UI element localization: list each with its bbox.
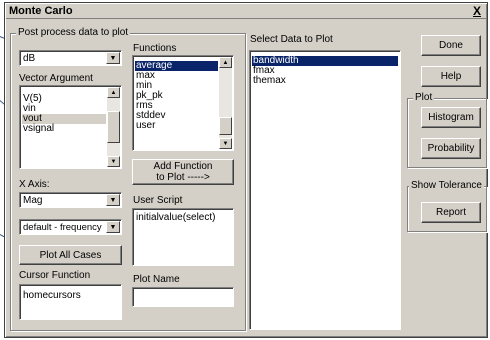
frequency-combo[interactable]: default - frequency ▼ bbox=[19, 219, 122, 235]
select-data-listbox[interactable]: bandwidth fmax themax bbox=[249, 50, 401, 330]
chevron-down-icon[interactable]: ▼ bbox=[106, 221, 120, 233]
window-title: Monte Carlo bbox=[9, 5, 73, 17]
scroll-up-icon[interactable]: ▲ bbox=[219, 57, 232, 68]
scroll-down-icon[interactable]: ▼ bbox=[219, 138, 232, 149]
frequency-combo-value: default - frequency bbox=[23, 222, 102, 233]
close-icon[interactable]: X bbox=[471, 4, 483, 19]
chevron-down-icon[interactable]: ▼ bbox=[106, 194, 120, 206]
vector-argument-label: Vector Argument bbox=[19, 73, 93, 84]
plot-name-label: Plot Name bbox=[133, 274, 180, 285]
done-button[interactable]: Done bbox=[421, 35, 481, 56]
scroll-up-icon[interactable]: ▲ bbox=[107, 87, 120, 98]
x-axis-label: X Axis: bbox=[19, 179, 50, 190]
functions-label: Functions bbox=[133, 43, 177, 54]
x-axis-combo[interactable]: Mag ▼ bbox=[19, 192, 122, 208]
plot-all-cases-button[interactable]: Plot All Cases bbox=[19, 245, 122, 265]
scroll-down-icon[interactable]: ▼ bbox=[107, 156, 120, 167]
functions-listbox[interactable]: average max min pk_pk rms stddev user ▲ ▼ bbox=[132, 55, 234, 151]
plot-name-field[interactable] bbox=[132, 287, 234, 307]
title-bar: Monte Carlo X bbox=[6, 4, 486, 19]
probability-button[interactable]: Probability bbox=[421, 138, 481, 159]
units-combo-value: dB bbox=[23, 53, 36, 64]
units-combo[interactable]: dB ▼ bbox=[19, 50, 122, 66]
tolerance-group-label: Show Tolerance bbox=[409, 180, 484, 191]
vector-scrollbar[interactable]: ▲ ▼ bbox=[107, 87, 120, 167]
histogram-button[interactable]: Histogram bbox=[421, 107, 481, 128]
add-function-button[interactable]: Add Function to Plot -----> bbox=[132, 159, 234, 185]
scroll-thumb[interactable] bbox=[107, 111, 120, 143]
report-button[interactable]: Report bbox=[421, 202, 481, 223]
vector-list-item[interactable]: vsignal bbox=[22, 124, 106, 134]
help-button[interactable]: Help bbox=[421, 66, 481, 87]
plot-group-label: Plot bbox=[413, 92, 435, 103]
select-data-item[interactable]: themax bbox=[252, 76, 398, 86]
functions-list-item[interactable]: user bbox=[135, 121, 218, 131]
scroll-thumb[interactable] bbox=[219, 117, 232, 135]
functions-scrollbar[interactable]: ▲ ▼ bbox=[219, 57, 232, 149]
user-script-value: initialvalue(select) bbox=[136, 212, 216, 223]
monte-carlo-window: Monte Carlo X Post process data to plot … bbox=[4, 2, 488, 338]
user-script-label: User Script bbox=[133, 195, 183, 206]
cursor-function-value: homecursors bbox=[23, 290, 81, 301]
vector-listbox[interactable]: V(5) vin vout vsignal ▲ ▼ bbox=[19, 85, 122, 169]
chevron-down-icon[interactable]: ▼ bbox=[106, 52, 120, 64]
user-script-field[interactable]: initialvalue(select) bbox=[132, 208, 234, 266]
cursor-function-field[interactable]: homecursors bbox=[19, 284, 122, 320]
post-process-group-label: Post process data to plot bbox=[16, 27, 131, 38]
cursor-function-label: Cursor Function bbox=[19, 270, 91, 281]
x-axis-combo-value: Mag bbox=[23, 195, 43, 206]
select-data-label: Select Data to Plot bbox=[250, 34, 333, 45]
